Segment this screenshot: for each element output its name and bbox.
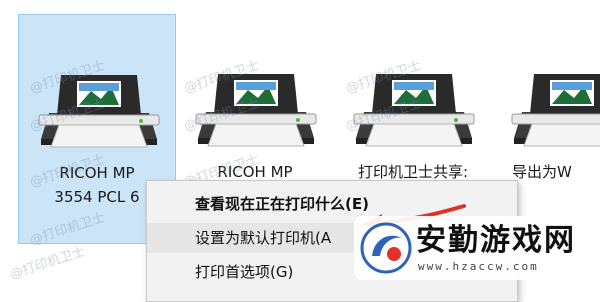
printer-icon [29,55,169,150]
printer-icon [344,54,484,149]
site-badge-url: www.hzaccw.com [418,260,539,273]
site-badge-title: 安勤游戏网 [416,223,576,258]
printer-icon [502,54,600,149]
watermark-text: @打印机卫士 [8,244,88,283]
site-badge: 安勤游戏网 www.hzaccw.com [354,216,590,280]
site-logo-icon [360,222,412,274]
device-name: 导出为W [512,163,572,181]
printer-icon [186,54,326,149]
